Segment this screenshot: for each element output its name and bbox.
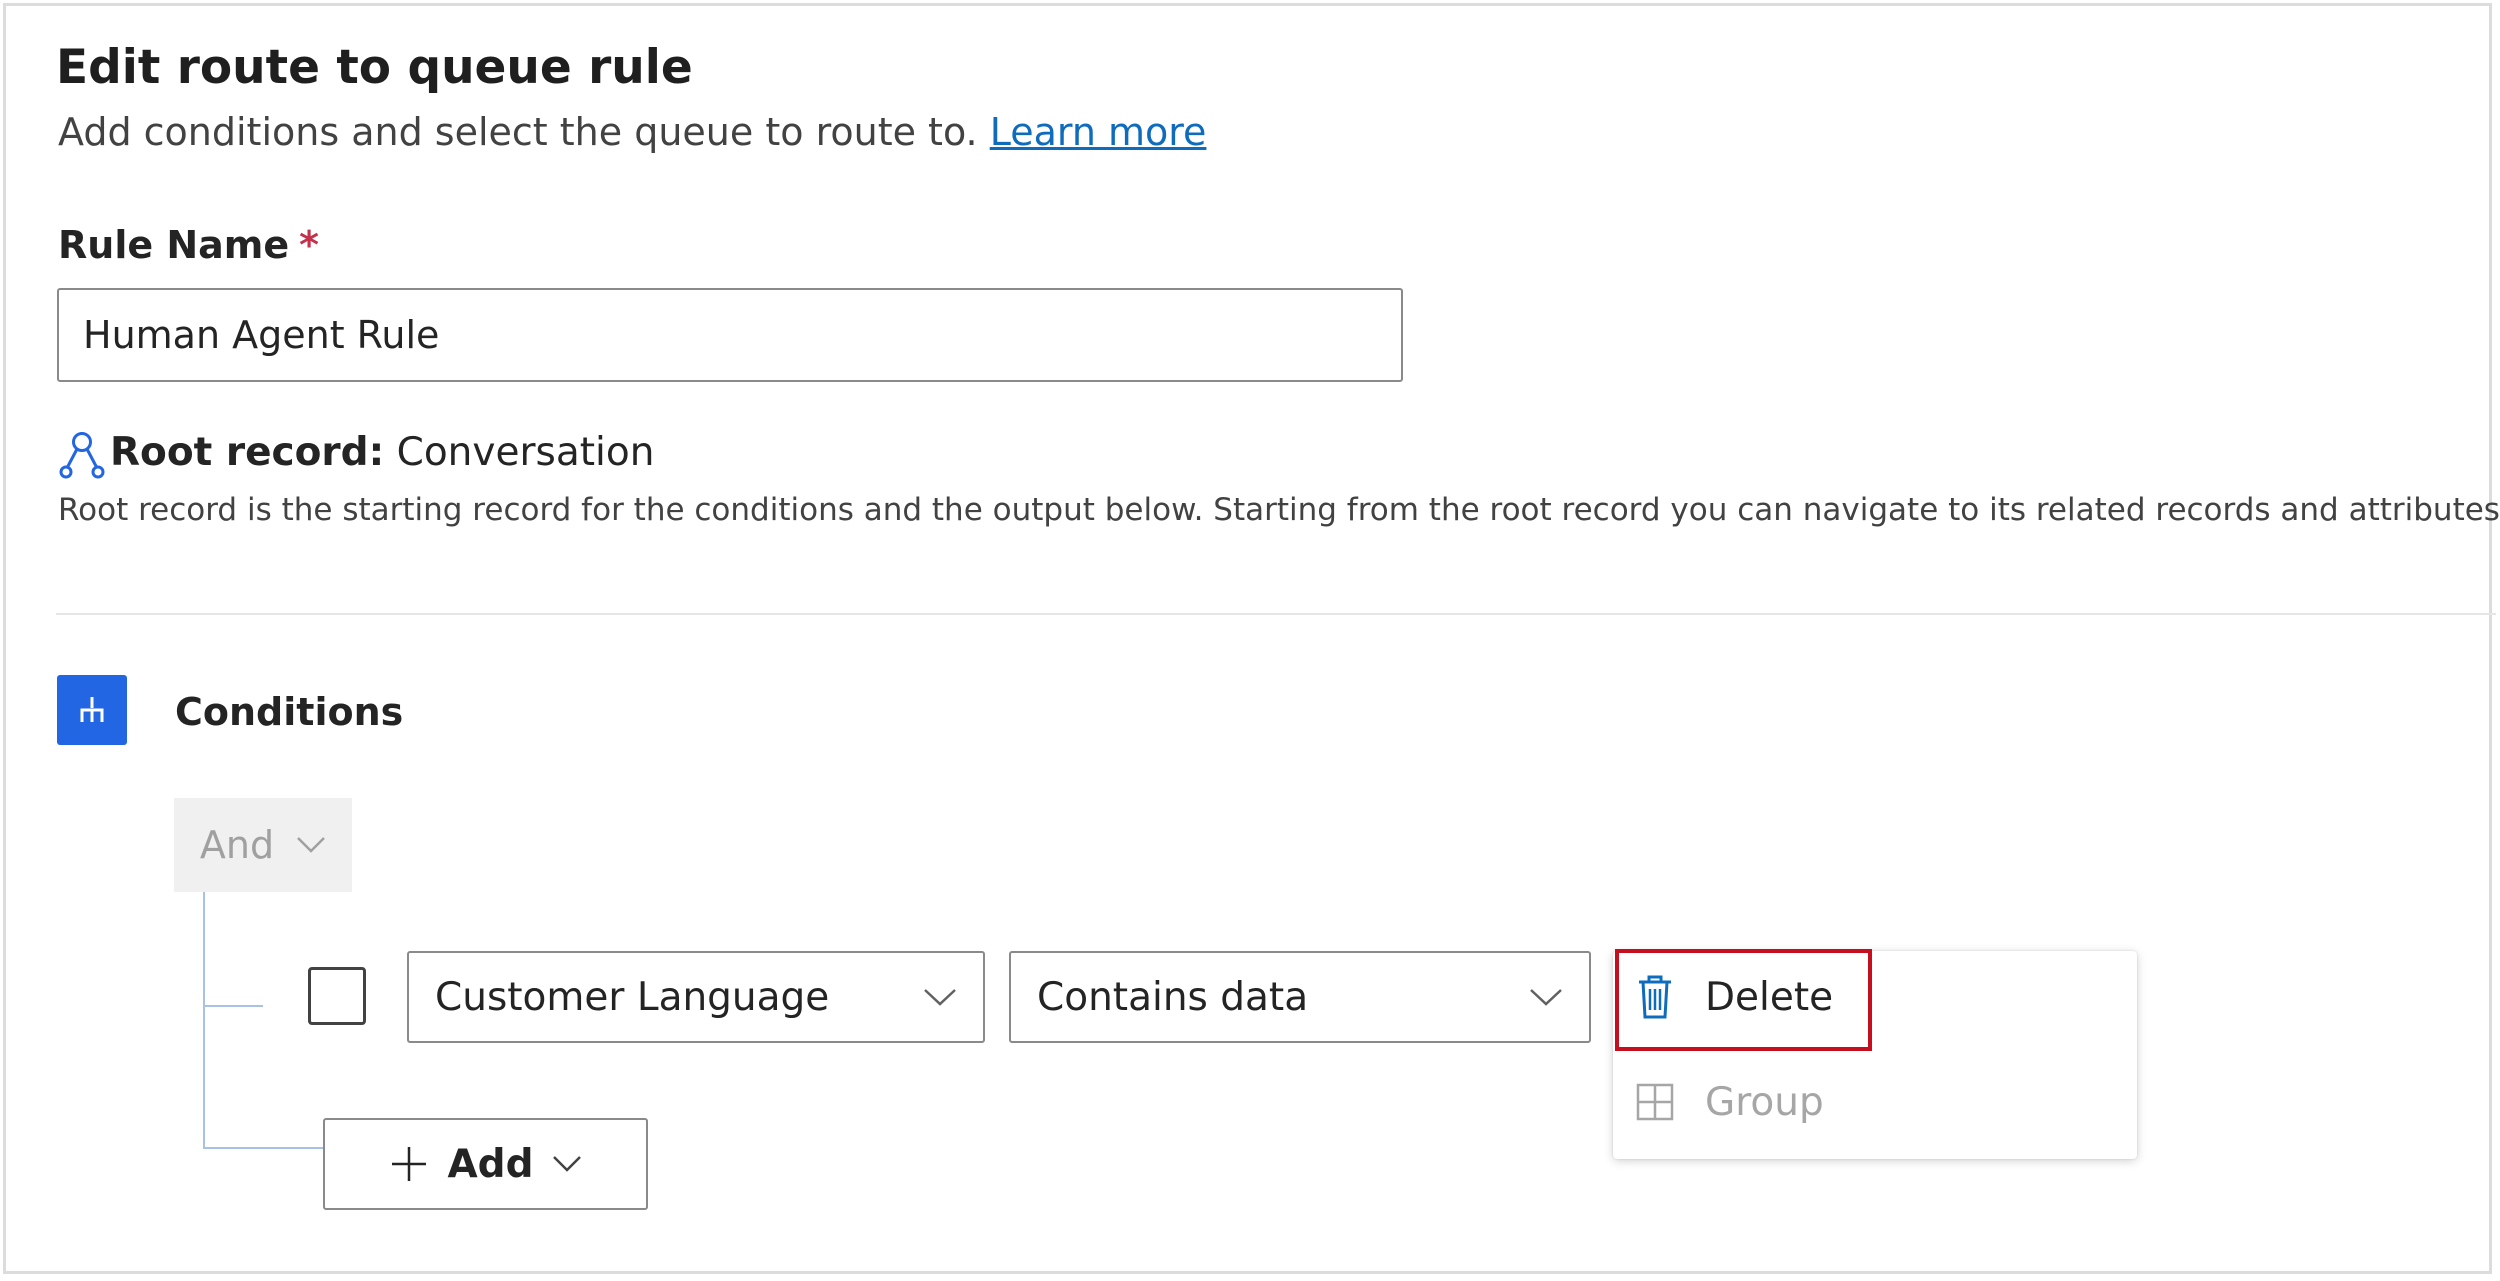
required-marker: * [299, 223, 320, 267]
menu-item-group-label: Group [1705, 1079, 1824, 1125]
chevron-down-icon [297, 837, 325, 853]
group-operator-dropdown[interactable]: And [174, 798, 352, 892]
panel-frame: Edit route to queue rule Add conditions … [3, 3, 2500, 1274]
plus-icon [392, 1147, 427, 1181]
group-operator-label: And [199, 823, 275, 867]
group-grid-icon [1636, 1083, 1674, 1121]
section-divider [56, 613, 2496, 615]
root-record-icon [59, 432, 105, 479]
condition-operator-value: Contains data [1037, 974, 1309, 1020]
tree-connector-vertical [203, 892, 205, 1149]
condition-operator-dropdown[interactable]: Contains data [1009, 951, 1591, 1043]
delete-highlight-box [1615, 949, 1872, 1051]
add-button-label: Add [447, 1141, 534, 1187]
chevron-down-icon [1530, 989, 1562, 1006]
chevron-down-icon [552, 1156, 581, 1172]
tree-connector-add [203, 1147, 323, 1149]
root-record-value: Conversation [396, 430, 655, 475]
root-record-line: Root record: Conversation [110, 430, 654, 475]
chevron-down-icon [924, 989, 956, 1006]
rule-name-label-text: Rule Name [58, 223, 290, 267]
rule-name-input[interactable] [57, 288, 1403, 382]
tree-connector-row [203, 1005, 263, 1007]
conditions-icon [57, 675, 127, 745]
add-condition-button[interactable]: Add [323, 1118, 648, 1210]
condition-row-checkbox[interactable] [308, 967, 366, 1025]
condition-field-dropdown[interactable]: Customer Language [407, 951, 985, 1043]
rule-name-label: Rule Name * [58, 223, 319, 267]
subtitle-text: Add conditions and select the queue to r… [58, 110, 978, 154]
learn-more-link[interactable]: Learn more [990, 110, 1207, 154]
page-title: Edit route to queue rule [56, 40, 693, 95]
root-record-label: Root record: [110, 430, 385, 475]
condition-tree-icon [80, 697, 104, 722]
menu-item-group[interactable]: Group [1613, 1056, 2137, 1148]
root-record-description: Root record is the starting record for t… [58, 492, 2500, 528]
condition-field-value: Customer Language [435, 974, 830, 1020]
conditions-title: Conditions [175, 690, 404, 734]
page-subtitle: Add conditions and select the queue to r… [58, 110, 1206, 154]
